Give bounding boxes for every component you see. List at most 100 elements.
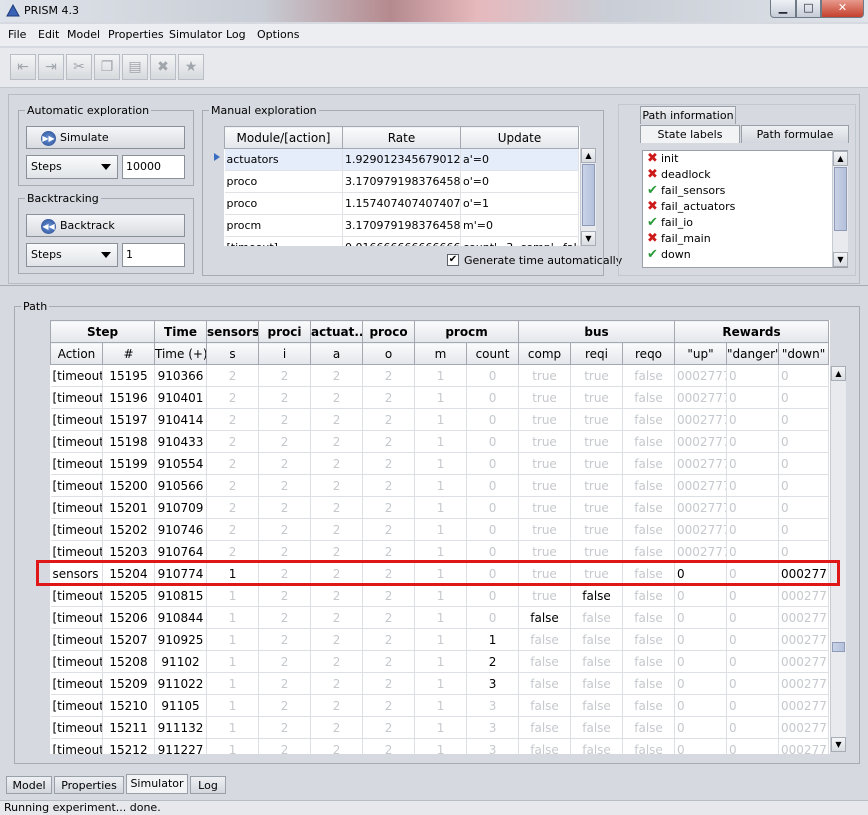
scroll-up-icon[interactable]: ▲: [581, 148, 596, 163]
menu-edit[interactable]: Edit: [38, 28, 59, 41]
scroll-down-icon[interactable]: ▼: [831, 737, 846, 752]
forward-icon[interactable]: ⇥: [38, 54, 64, 80]
menu-properties[interactable]: Properties: [108, 28, 164, 41]
path-row[interactable]: [timeout]15207910925122211falsefalsefals…: [50, 628, 830, 651]
manual-table-row[interactable]: [timeout]0.016666666666666count'=3, comp…: [224, 236, 579, 246]
state-labels-scrollbar[interactable]: ▲ ▼: [832, 151, 848, 267]
path-cell: 2: [362, 562, 416, 585]
tab-simulator[interactable]: Simulator: [126, 774, 188, 794]
path-cell: 0: [466, 584, 520, 607]
path-row[interactable]: [timeout]15197910414222210truetruefalse0…: [50, 408, 830, 431]
scroll-up-icon[interactable]: ▲: [831, 366, 846, 381]
menu-simulator[interactable]: Simulator: [169, 28, 222, 41]
path-row[interactable]: [timeout]15205910815122210truefalsefalse…: [50, 584, 830, 607]
column-header[interactable]: Action: [50, 342, 103, 365]
manual-table-row[interactable]: actuators 1.929012345679012 a'=0: [224, 148, 579, 171]
paste-icon[interactable]: ▤: [122, 54, 148, 80]
state-label-item[interactable]: ✖ fail_actuators: [643, 199, 847, 215]
path-row[interactable]: [timeout]15199910554222210truetruefalse0…: [50, 452, 830, 475]
menu-options[interactable]: Options: [257, 28, 299, 41]
panel-splitter[interactable]: [0, 285, 868, 291]
backtrack-steps-input[interactable]: 1: [122, 243, 185, 267]
path-table-scrollbar[interactable]: ▲ ▼: [830, 366, 846, 752]
state-label-item[interactable]: ✔ fail_io: [643, 215, 847, 231]
star-icon[interactable]: ★: [178, 54, 204, 80]
column-header-module[interactable]: Module/[action]: [224, 126, 343, 149]
tab-log[interactable]: Log: [190, 776, 226, 794]
scrollbar-thumb[interactable]: [832, 642, 845, 652]
path-row[interactable]: sensors 15204 910774 1 2 2 2 1 0 true true false 0 0 0…: [50, 562, 830, 585]
backtrack-button[interactable]: ◀◀ Backtrack: [26, 214, 185, 237]
tab-path-formulae[interactable]: Path formulae: [741, 125, 849, 143]
path-row[interactable]: [timeout]15202910746222210truetruefalse0…: [50, 518, 830, 541]
manual-table-row[interactable]: procm 3.170979198376458 m'=0: [224, 214, 579, 237]
path-cell: 0: [726, 694, 780, 717]
path-row[interactable]: [timeout]15201910709222210truetruefalse0…: [50, 496, 830, 519]
column-header-update[interactable]: Update: [460, 126, 579, 149]
menu-file[interactable]: File: [8, 28, 26, 41]
copy-icon[interactable]: ❐: [94, 54, 120, 80]
manual-table-row[interactable]: proco 3.170979198376458 o'=0: [224, 170, 579, 193]
minimize-button[interactable]: ▁: [770, 0, 796, 18]
column-header[interactable]: #: [101, 342, 156, 365]
column-header[interactable]: reqo: [622, 342, 676, 365]
scroll-down-icon[interactable]: ▼: [581, 231, 596, 246]
scrollbar-thumb[interactable]: [834, 167, 847, 231]
path-row[interactable]: [timeout]15211911132122213falsefalsefals…: [50, 716, 830, 739]
state-label-item[interactable]: ✖ fail_main: [643, 231, 847, 247]
close-button[interactable]: ✕: [821, 0, 864, 18]
path-row[interactable]: [timeout]1520891102122212falsefalsefalse…: [50, 650, 830, 673]
tab-model[interactable]: Model: [6, 776, 52, 794]
path-row[interactable]: [timeout]15195910366222210truetruefalse0…: [50, 364, 830, 387]
path-row[interactable]: [timeout]15196910401222210truetruefalse0…: [50, 386, 830, 409]
delete-icon[interactable]: ✖: [150, 54, 176, 80]
manual-table-row[interactable]: proco 1.157407407407407 o'=1: [224, 192, 579, 215]
update-cell: count'=3, comp'=false: [460, 236, 579, 246]
menu-log[interactable]: Log: [226, 28, 246, 41]
path-row[interactable]: [timeout]15203910764222210truetruefalse0…: [50, 540, 830, 563]
column-header[interactable]: comp: [518, 342, 572, 365]
scroll-down-icon[interactable]: ▼: [833, 252, 848, 267]
state-label-item[interactable]: ✔ down: [643, 247, 847, 263]
path-row[interactable]: [timeout]15198910433222210truetruefalse0…: [50, 430, 830, 453]
path-cell: 2: [362, 430, 416, 453]
tab-path-information[interactable]: Path information: [640, 106, 736, 124]
path-cell: 0: [726, 562, 780, 585]
state-label-item[interactable]: ✖ deadlock: [643, 167, 847, 183]
path-row[interactable]: [timeout]15209911022122213falsefalsefals…: [50, 672, 830, 695]
back-icon[interactable]: ⇤: [10, 54, 36, 80]
scroll-up-icon[interactable]: ▲: [833, 151, 848, 166]
column-header[interactable]: count: [466, 342, 520, 365]
menu-model[interactable]: Model: [67, 28, 100, 41]
path-row[interactable]: [timeout]15212911227122213falsefalsefals…: [50, 738, 830, 754]
state-label-item[interactable]: ✔ fail_sensors: [643, 183, 847, 199]
auto-steps-input[interactable]: 10000: [122, 155, 185, 179]
column-header[interactable]: "down": [778, 342, 830, 365]
simulate-button[interactable]: ▶▶ Simulate: [26, 126, 185, 149]
path-cell: false: [622, 496, 676, 519]
column-header[interactable]: Time (+): [154, 342, 208, 365]
column-header[interactable]: s: [206, 342, 260, 365]
backtrack-mode-select[interactable]: Steps: [26, 243, 118, 267]
column-header[interactable]: reqi: [570, 342, 624, 365]
path-row[interactable]: [timeout]15206910844122210falsefalsefals…: [50, 606, 830, 629]
scrollbar-thumb[interactable]: [582, 164, 595, 226]
column-header[interactable]: "danger": [726, 342, 780, 365]
manual-table-scrollbar[interactable]: ▲ ▼: [580, 148, 596, 246]
generate-time-checkbox[interactable]: ✔: [447, 254, 459, 266]
column-header[interactable]: i: [258, 342, 312, 365]
tab-state-labels[interactable]: State labels: [640, 125, 740, 143]
path-row[interactable]: [timeout]15200910566222210truetruefalse0…: [50, 474, 830, 497]
auto-mode-select[interactable]: Steps: [26, 155, 118, 179]
state-label-item[interactable]: ✖ init: [643, 151, 847, 167]
column-header[interactable]: m: [414, 342, 468, 365]
column-header-rate[interactable]: Rate: [342, 126, 461, 149]
column-header[interactable]: o: [362, 342, 416, 365]
maximize-button[interactable]: □: [796, 0, 821, 18]
path-cell: 0: [778, 540, 830, 563]
cut-icon[interactable]: ✂: [66, 54, 92, 80]
path-row[interactable]: [timeout]1521091105122213falsefalsefalse…: [50, 694, 830, 717]
column-header[interactable]: "up": [674, 342, 728, 365]
tab-properties[interactable]: Properties: [54, 776, 124, 794]
column-header[interactable]: a: [310, 342, 364, 365]
